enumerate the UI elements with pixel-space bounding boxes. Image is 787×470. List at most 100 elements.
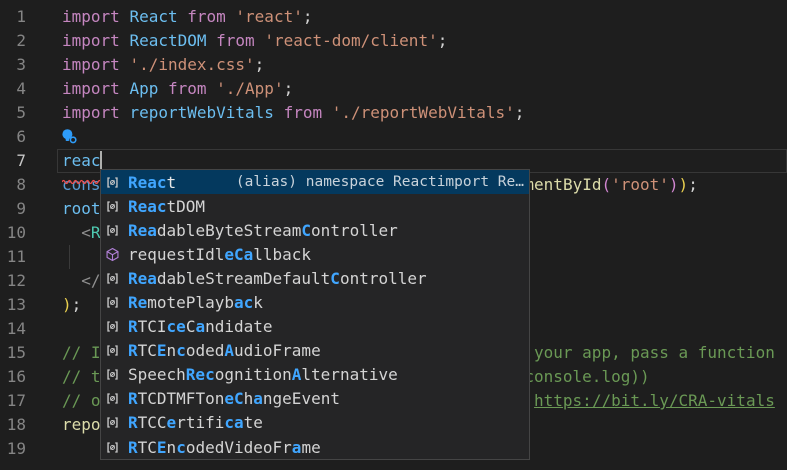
- line-number: 16: [0, 365, 26, 389]
- suggestion-item[interactable]: requestIdleCallback: [101, 242, 529, 266]
- comment-link[interactable]: https://bit.ly/CRA-vitals: [534, 391, 775, 410]
- suggestion-item[interactable]: RTCDTMFToneChangeEvent: [101, 387, 529, 411]
- line-number: 3: [0, 53, 26, 77]
- lightbulb-autofix-icon[interactable]: [61, 128, 78, 145]
- code-token: from: [216, 31, 264, 50]
- suggestion-item[interactable]: RemotePlayback: [101, 290, 529, 314]
- suggestion-label: React: [128, 173, 176, 192]
- suggestion-label: RTCIceCandidate: [128, 317, 273, 336]
- label-text: ontroller: [340, 269, 427, 288]
- matched-text: C: [301, 221, 311, 240]
- label-text: TCDTMFTon: [138, 389, 225, 408]
- code-line[interactable]: import ReactDOM from 'react-dom/client';: [62, 29, 787, 53]
- suggestion-label: RemotePlayback: [128, 293, 263, 312]
- label-text: TCC: [138, 413, 167, 432]
- suggestion-item[interactable]: ReadableStreamDefaultController: [101, 266, 529, 290]
- suggestion-item[interactable]: RTCEncodedAudioFrame: [101, 339, 529, 363]
- symbol-namespace-icon: [104, 174, 121, 190]
- code-line[interactable]: [62, 125, 787, 149]
- line-number: 2: [0, 29, 26, 53]
- suggestion-item[interactable]: ReactDOM: [101, 194, 529, 218]
- code-token: from: [187, 7, 235, 26]
- label-text: Speech: [128, 365, 186, 384]
- label-text: ognition: [215, 365, 292, 384]
- suggestion-label: RTCEncodedVideoFrame: [128, 438, 321, 457]
- text-cursor: [100, 151, 102, 171]
- matched-text: a: [292, 438, 302, 457]
- error-squiggle: [62, 169, 102, 188]
- suggestion-item[interactable]: SpeechRecognitionAlternative: [101, 363, 529, 387]
- suggestion-label: SpeechRecognitionAlternative: [128, 365, 398, 384]
- matched-text: ac: [234, 293, 253, 312]
- matched-text: c: [176, 341, 186, 360]
- label-text: ngeEvent: [263, 389, 340, 408]
- code-token: ;: [688, 175, 698, 194]
- suggestion-item[interactable]: ReadableByteStreamController: [101, 218, 529, 242]
- line-number: 17: [0, 389, 26, 413]
- code-token: ;: [255, 55, 265, 74]
- matched-text: Reac: [128, 173, 167, 192]
- code-token: <: [62, 223, 91, 242]
- matched-text: Rec: [186, 365, 215, 384]
- code-token: import: [62, 103, 129, 122]
- label-text: n: [167, 438, 177, 457]
- label-text: llback: [253, 245, 311, 264]
- label-text: udioFrame: [234, 341, 321, 360]
- suggestion-label: RTCCertificate: [128, 413, 263, 432]
- suggestion-item[interactable]: RTCCertificate: [101, 411, 529, 435]
- line-number: 9: [0, 197, 26, 221]
- code-token: ;: [72, 295, 82, 314]
- code-token: App: [129, 79, 168, 98]
- code-token: 'root': [611, 175, 669, 194]
- code-line[interactable]: import App from './App';: [62, 77, 787, 101]
- code-token: ): [679, 175, 689, 194]
- code-token: from: [284, 103, 332, 122]
- label-text: TCI: [138, 317, 167, 336]
- label-text: lternative: [301, 365, 397, 384]
- label-text: C: [186, 317, 196, 336]
- label-text: dableStreamDefault: [157, 269, 330, 288]
- label-text: odedVideoFr: [186, 438, 292, 457]
- matched-text: R: [128, 389, 138, 408]
- matched-text: E: [157, 341, 167, 360]
- symbol-namespace-icon: [104, 391, 121, 407]
- matched-text: C: [330, 269, 340, 288]
- matched-text: E: [157, 438, 167, 457]
- code-line[interactable]: import './index.css';: [62, 53, 787, 77]
- line-number: 10: [0, 221, 26, 245]
- code-token: </: [62, 271, 101, 290]
- line-number: 4: [0, 77, 26, 101]
- matched-text: Rea: [128, 221, 157, 240]
- symbol-method-icon: [104, 246, 121, 262]
- code-token: ReactDOM: [129, 31, 216, 50]
- suggestion-label: requestIdleCallback: [128, 245, 311, 264]
- symbol-namespace-icon: [104, 198, 121, 214]
- matched-text: A: [292, 365, 302, 384]
- code-token: ;: [515, 103, 525, 122]
- suggest-widget[interactable]: React(alias) namespace Reactimport Re…Re…: [100, 169, 530, 460]
- line-number: 6: [0, 125, 26, 149]
- line-number: 1: [0, 5, 26, 29]
- code-token: 'react-dom/client': [264, 31, 437, 50]
- label-text: h: [244, 389, 254, 408]
- code-editor[interactable]: 12345678910111213141516171819 import Rea…: [0, 0, 787, 470]
- label-text: motePlayb: [147, 293, 234, 312]
- code-token: ;: [438, 31, 448, 50]
- label-text: ontroller: [311, 221, 398, 240]
- matched-text: eCa: [224, 245, 253, 264]
- label-text: me: [301, 438, 320, 457]
- code-token: (: [601, 175, 611, 194]
- suggestion-item[interactable]: RTCIceCandidate: [101, 315, 529, 339]
- suggestion-item[interactable]: React(alias) namespace Reactimport Re…: [101, 170, 529, 194]
- code-line[interactable]: import React from 'react';: [62, 5, 787, 29]
- code-token: import: [62, 7, 129, 26]
- code-token: 'react': [235, 7, 302, 26]
- line-number: 5: [0, 101, 26, 125]
- code-token: reportWebVitals: [129, 103, 283, 122]
- label-text: ndidate: [205, 317, 272, 336]
- suggestion-item[interactable]: RTCEncodedVideoFrame: [101, 435, 529, 459]
- code-token: ): [62, 295, 72, 314]
- matched-text: Re: [128, 293, 147, 312]
- code-line[interactable]: import reportWebVitals from './reportWeb…: [62, 101, 787, 125]
- matched-text: c: [176, 438, 186, 457]
